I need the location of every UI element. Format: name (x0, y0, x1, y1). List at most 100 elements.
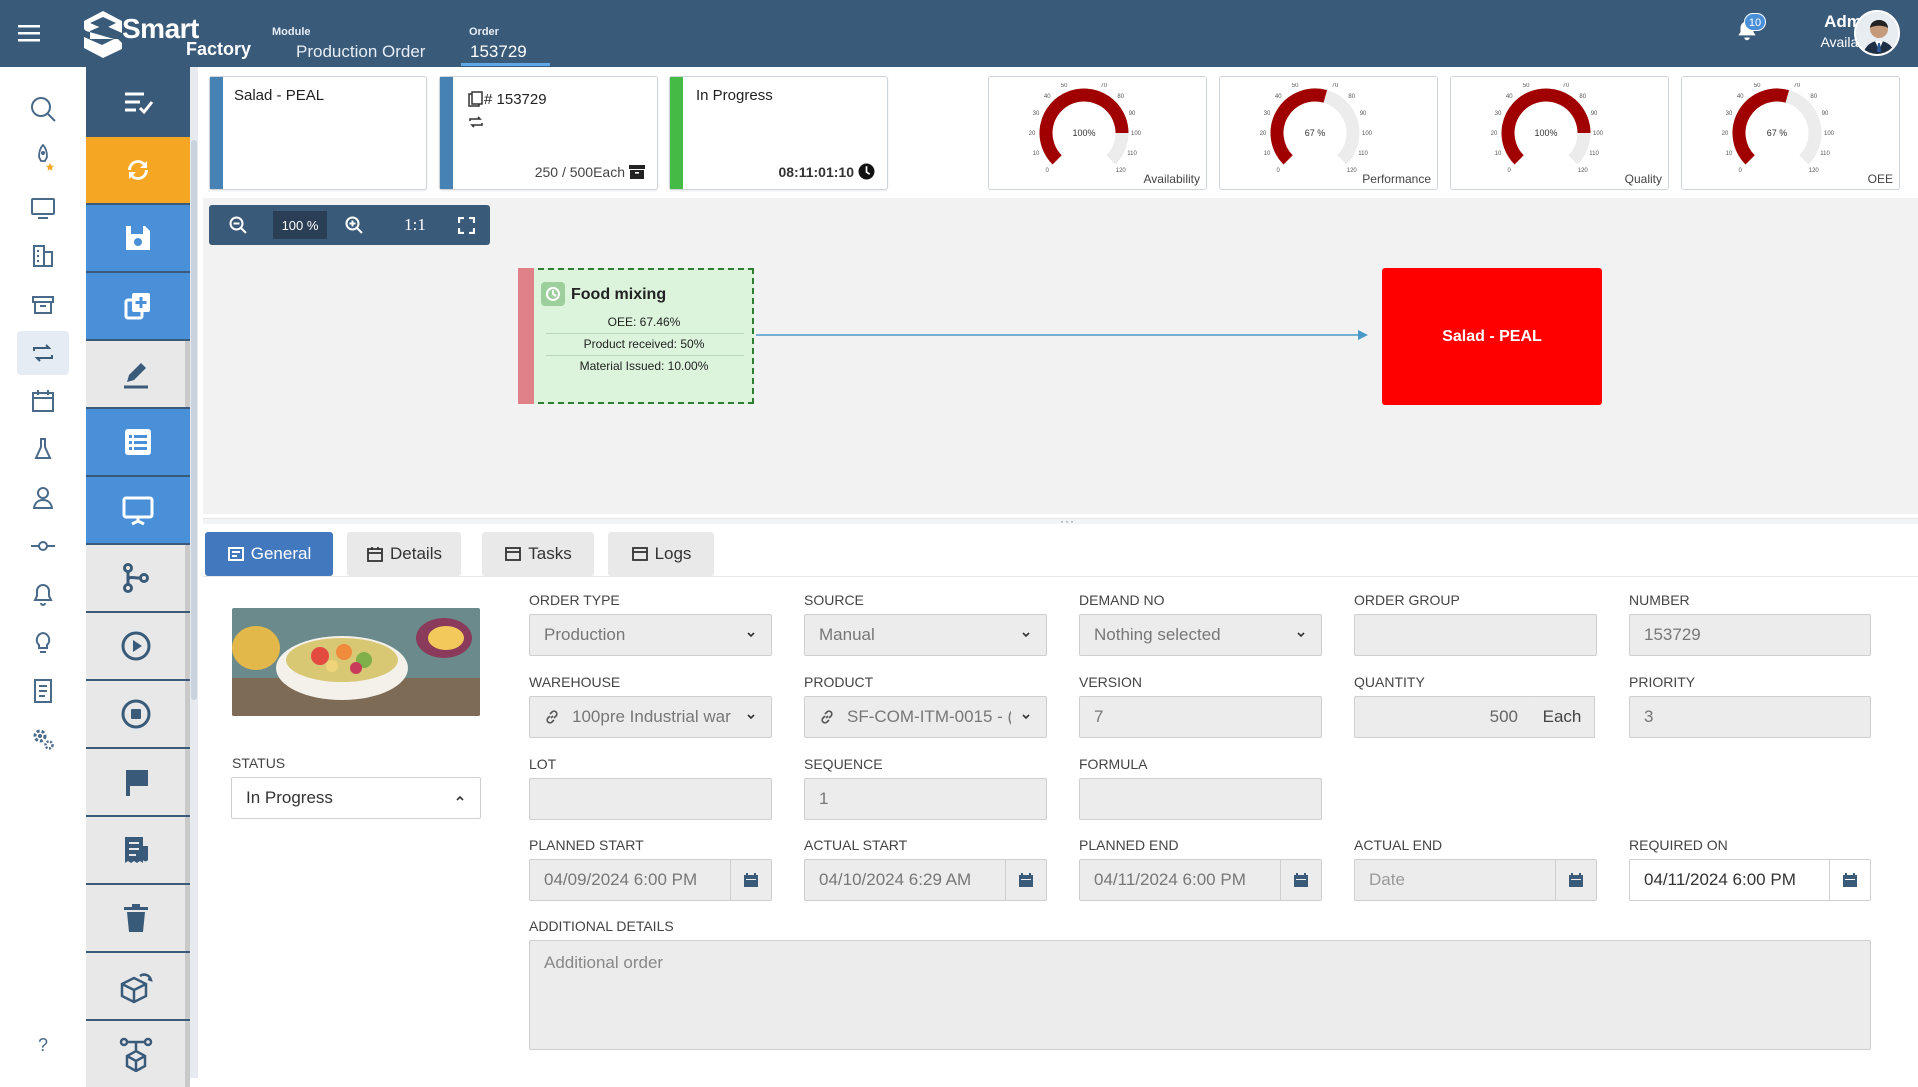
hierarchy-box-icon[interactable] (86, 1021, 190, 1087)
module-value: Production Order (296, 42, 426, 61)
status-select-value: In Progress (246, 788, 333, 807)
zoom-in-icon[interactable] (339, 211, 369, 239)
actual-end-field[interactable]: Date (1354, 859, 1597, 901)
zoom-out-icon[interactable] (223, 211, 253, 239)
warehouse-select[interactable]: 100pre Industrial war (529, 696, 772, 738)
monitor-icon[interactable] (17, 186, 69, 230)
salad-peal-output-node[interactable]: Salad - PEAL (1382, 268, 1602, 405)
buildings-icon[interactable] (17, 234, 69, 278)
flag-icon[interactable] (86, 749, 190, 815)
branch-icon[interactable] (86, 545, 190, 611)
process-canvas[interactable] (203, 198, 1918, 514)
user-avatar[interactable] (1854, 10, 1900, 56)
gauge-label: Availability (1143, 172, 1200, 186)
order-group-field[interactable] (1354, 614, 1597, 656)
order-type-select[interactable]: Production (529, 614, 772, 656)
bulb-icon[interactable] (17, 621, 69, 665)
gauge-tick-label: 80 (1117, 94, 1124, 100)
splitter-handle[interactable]: ··· (1060, 514, 1075, 528)
gauge-tick-label: 110 (1820, 151, 1830, 157)
stop-icon[interactable] (86, 681, 190, 747)
source-select[interactable]: Manual (804, 614, 1047, 656)
sync-icon[interactable] (86, 137, 190, 203)
status-select[interactable]: In Progress (231, 777, 481, 819)
presentation-icon[interactable] (86, 477, 190, 543)
box-return-icon[interactable] (86, 953, 190, 1019)
tab-details[interactable]: Details (347, 532, 461, 576)
gauge-tick-label: 0 (1739, 168, 1743, 174)
flask-icon[interactable] (17, 427, 69, 471)
number-field[interactable]: 153729 (1629, 614, 1871, 656)
report-icon[interactable] (17, 669, 69, 713)
play-icon[interactable] (86, 613, 190, 679)
zoom-level: 100 % (273, 211, 327, 239)
order-card[interactable]: # 153729 250 / 500Each (439, 76, 658, 190)
required-on-calendar-button[interactable] (1829, 860, 1870, 900)
gauge-card-availability[interactable]: 0 10 20 30 40 50 60 70 80 90 100 110 120 100% Availabi… (988, 76, 1207, 190)
repeat-icon[interactable] (17, 331, 69, 375)
rocket-star-icon[interactable] (17, 135, 69, 179)
users-icon[interactable] (17, 476, 69, 520)
edit-icon[interactable] (86, 341, 190, 407)
tabs-divider (203, 576, 1918, 577)
status-card[interactable]: In Progress 08:11:01:10 (669, 76, 888, 190)
actual-size-button[interactable]: 1:1 (395, 211, 435, 239)
archive-box-icon[interactable] (17, 283, 69, 327)
gauge-card-oee[interactable]: 0 10 20 30 40 50 60 70 80 90 100 110 120 67 % OEE (1681, 76, 1900, 190)
hamburger-menu-icon[interactable] (16, 20, 42, 46)
commit-icon[interactable] (17, 524, 69, 568)
bell-icon[interactable] (17, 573, 69, 617)
demand-no-select[interactable]: Nothing selected (1079, 614, 1322, 656)
required-on-value: 04/11/2024 6:00 PM (1644, 870, 1796, 889)
tab-tasks[interactable]: Tasks (482, 532, 594, 576)
order-value[interactable]: 153729 (470, 42, 527, 62)
product-card[interactable]: Salad - PEAL (209, 76, 427, 190)
actual-end-calendar-button[interactable] (1555, 860, 1596, 900)
source-label: SOURCE (804, 592, 864, 608)
actual-start-field[interactable]: 04/10/2024 6:29 AM (804, 859, 1047, 901)
actual-end-label: ACTUAL END (1354, 837, 1443, 853)
actual-start-calendar-button[interactable] (1005, 860, 1046, 900)
module-label: Module (272, 26, 311, 38)
gauge-tick-label: 40 (1506, 94, 1513, 100)
search-icon[interactable] (17, 87, 69, 131)
calendar-icon[interactable] (17, 379, 69, 423)
planned-end-field[interactable]: 04/11/2024 6:00 PM (1079, 859, 1322, 901)
tab-logs[interactable]: Logs (608, 532, 714, 576)
trash-icon[interactable] (86, 885, 190, 951)
tab-general[interactable]: General (205, 532, 333, 576)
priority-field[interactable]: 3 (1629, 696, 1871, 738)
gauge-tick-label: 110 (1358, 151, 1368, 157)
gauge-tick-label: 20 (1722, 131, 1729, 137)
list-check-icon[interactable] (86, 69, 190, 135)
version-label: VERSION (1079, 674, 1143, 690)
list-icon[interactable] (86, 409, 190, 475)
settings-icon[interactable] (17, 717, 69, 761)
toolbar-scroll-thumb[interactable] (191, 140, 197, 700)
actual-start-label: ACTUAL START (804, 837, 908, 853)
additional-details-textarea[interactable]: Additional order (529, 940, 1871, 1050)
fullscreen-icon[interactable] (451, 211, 481, 239)
quantity-field[interactable]: 500 (1354, 696, 1531, 738)
gauge-card-quality[interactable]: 0 10 20 30 40 50 60 70 80 90 100 110 120 100% Quality (1450, 76, 1669, 190)
planned-end-calendar-button[interactable] (1280, 860, 1321, 900)
receipt-icon[interactable] (86, 817, 190, 883)
lot-field[interactable] (529, 778, 772, 820)
process-step-icon (541, 282, 565, 306)
product-label: PRODUCT (804, 674, 874, 690)
product-select[interactable]: SF-COM-ITM-0015 - ( (804, 696, 1047, 738)
version-field[interactable]: 7 (1079, 696, 1322, 738)
notification-count-badge[interactable]: 10 (1744, 13, 1766, 31)
copy-add-icon[interactable] (86, 273, 190, 339)
tab-tasks-label: Tasks (528, 544, 572, 563)
required-on-field[interactable]: 04/11/2024 6:00 PM (1629, 859, 1871, 901)
planned-start-calendar-button[interactable] (730, 860, 771, 900)
smart-factory-logo[interactable]: Smart Factory (80, 9, 251, 59)
sequence-field[interactable]: 1 (804, 778, 1047, 820)
save-icon[interactable] (86, 205, 190, 271)
gauge-card-performance[interactable]: 0 10 20 30 40 50 60 70 80 90 100 110 120 67 % Performa… (1219, 76, 1438, 190)
formula-field[interactable] (1079, 778, 1322, 820)
help-icon[interactable]: ? (17, 1023, 69, 1067)
food-mixing-node-title: Food mixing (571, 286, 667, 303)
planned-start-field[interactable]: 04/09/2024 6:00 PM (529, 859, 772, 901)
